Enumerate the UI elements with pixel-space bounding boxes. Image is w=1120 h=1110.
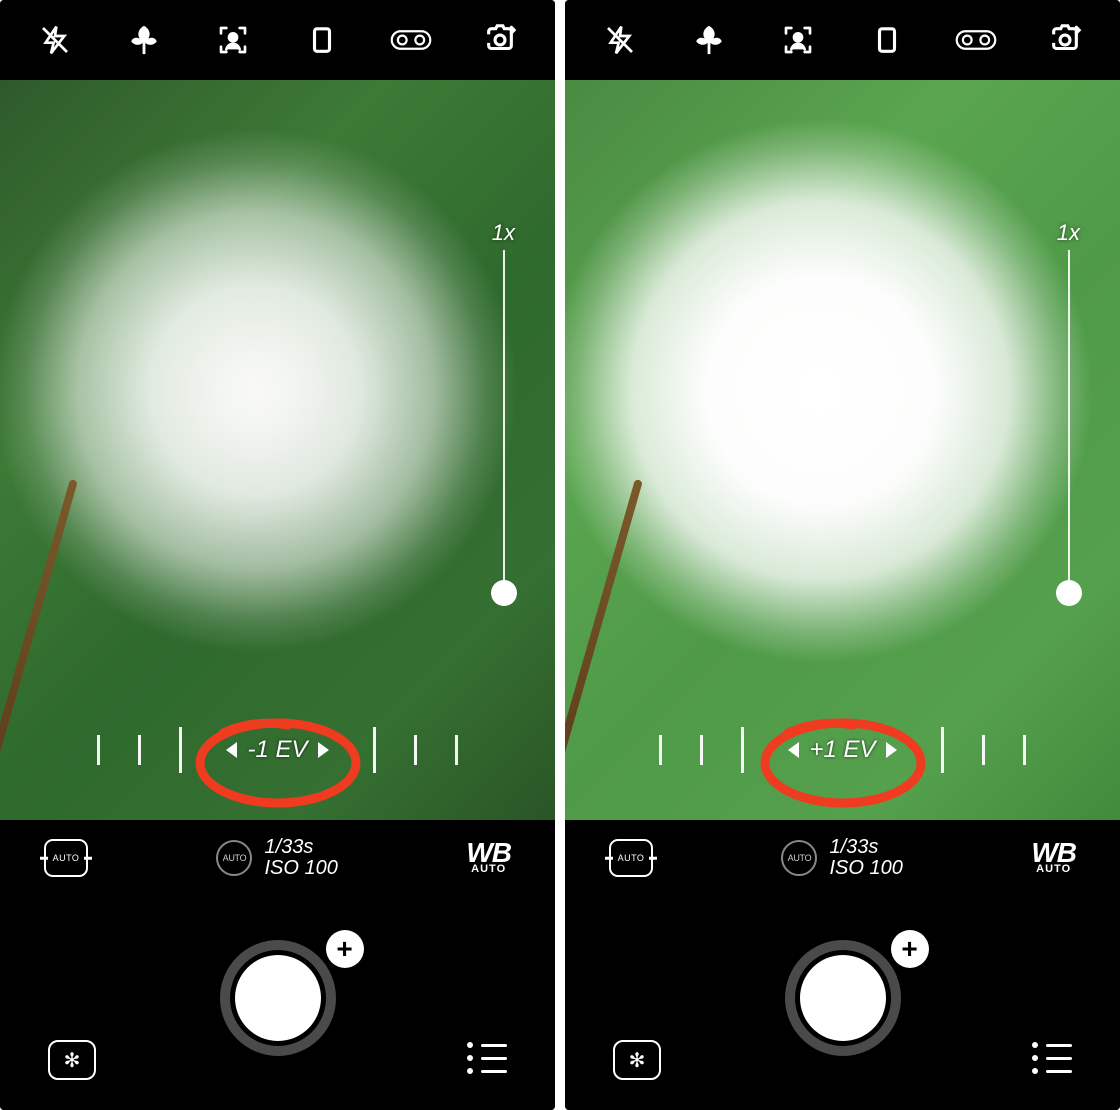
zoom-level-label: 1x <box>1057 220 1080 246</box>
focus-mode-label: AUTO <box>53 853 80 863</box>
triangle-left-icon[interactable] <box>226 742 237 758</box>
portrait-icon[interactable] <box>212 19 254 61</box>
macro-icon[interactable] <box>123 19 165 61</box>
ev-tick <box>982 735 985 765</box>
metering-icon: AUTO <box>781 840 817 876</box>
shutter-inner <box>235 955 321 1041</box>
ev-tick <box>97 735 100 765</box>
wb-mode-label: AUTO <box>466 865 511 874</box>
ev-tick <box>941 727 944 773</box>
ev-tick <box>414 735 417 765</box>
menu-button[interactable] <box>467 1042 507 1074</box>
add-mode-button[interactable]: + <box>891 930 929 968</box>
focus-mode-button[interactable]: AUTO <box>609 839 653 877</box>
ev-tick <box>700 735 703 765</box>
wb-mode-label: AUTO <box>1031 865 1076 874</box>
focus-mode-button[interactable]: AUTO <box>44 839 88 877</box>
zoom-slider-track[interactable] <box>1068 250 1070 600</box>
iso-label: ISO 100 <box>264 858 337 879</box>
exposure-settings-button[interactable]: AUTO 1/33s ISO 100 <box>781 837 902 879</box>
wb-label: WB <box>466 841 511 865</box>
ev-tick <box>179 727 182 773</box>
white-balance-button[interactable]: WB AUTO <box>466 841 511 874</box>
exposure-ruler[interactable]: +1 EV <box>565 710 1120 790</box>
filters-icon[interactable] <box>390 19 432 61</box>
exposure-ruler[interactable]: -1 EV <box>0 710 555 790</box>
ev-tick <box>455 735 458 765</box>
camera-screen-right: 1x +1 EV AUTO AUTO 1/33s <box>565 0 1120 1110</box>
exposure-value-control[interactable]: +1 EV <box>782 736 902 764</box>
switch-camera-icon[interactable] <box>1044 19 1086 61</box>
menu-button[interactable] <box>1032 1042 1072 1074</box>
white-balance-button[interactable]: WB AUTO <box>1031 841 1076 874</box>
focus-mode-label: AUTO <box>618 853 645 863</box>
triangle-left-icon[interactable] <box>788 742 799 758</box>
camera-screen-left: 1x -1 EV AUTO AUTO 1/33s <box>0 0 555 1110</box>
aspect-ratio-icon[interactable] <box>301 19 343 61</box>
flower-icon: ✻ <box>64 1048 81 1073</box>
exposure-settings-button[interactable]: AUTO 1/33s ISO 100 <box>216 837 337 879</box>
wb-label: WB <box>1031 841 1076 865</box>
ev-tick <box>659 735 662 765</box>
shutter-speed-label: 1/33s <box>829 837 902 858</box>
add-mode-button[interactable]: + <box>326 930 364 968</box>
gallery-button[interactable]: ✻ <box>613 1040 661 1080</box>
flash-off-icon[interactable] <box>34 19 76 61</box>
ev-tick <box>373 727 376 773</box>
exposure-value-label: -1 EV <box>247 736 307 764</box>
portrait-icon[interactable] <box>777 19 819 61</box>
triangle-right-icon[interactable] <box>886 742 897 758</box>
switch-camera-icon[interactable] <box>479 19 521 61</box>
exposure-value-control[interactable]: -1 EV <box>220 736 334 764</box>
settings-strip: AUTO AUTO 1/33s ISO 100 WB AUTO <box>0 820 555 896</box>
ev-tick <box>1023 735 1026 765</box>
viewfinder-image <box>565 80 1120 820</box>
bottom-controls: + ✻ <box>0 896 555 1110</box>
ev-tick <box>138 735 141 765</box>
iso-label: ISO 100 <box>829 858 902 879</box>
exposure-value-label: +1 EV <box>809 736 875 764</box>
macro-icon[interactable] <box>688 19 730 61</box>
top-toolbar <box>565 0 1120 80</box>
viewfinder-image <box>0 80 555 820</box>
zoom-slider-track[interactable] <box>503 250 505 600</box>
zoom-slider-handle[interactable] <box>1056 580 1082 606</box>
shutter-button[interactable] <box>785 940 901 1056</box>
gallery-button[interactable]: ✻ <box>48 1040 96 1080</box>
viewfinder[interactable]: 1x -1 EV <box>0 80 555 820</box>
zoom-slider-handle[interactable] <box>491 580 517 606</box>
metering-icon: AUTO <box>216 840 252 876</box>
triangle-right-icon[interactable] <box>318 742 329 758</box>
shutter-speed-label: 1/33s <box>264 837 337 858</box>
top-toolbar <box>0 0 555 80</box>
shutter-inner <box>800 955 886 1041</box>
shutter-button[interactable] <box>220 940 336 1056</box>
flash-off-icon[interactable] <box>599 19 641 61</box>
viewfinder[interactable]: 1x +1 EV <box>565 80 1120 820</box>
zoom-level-label: 1x <box>492 220 515 246</box>
settings-strip: AUTO AUTO 1/33s ISO 100 WB AUTO <box>565 820 1120 896</box>
flower-icon: ✻ <box>629 1048 646 1073</box>
filters-icon[interactable] <box>955 19 997 61</box>
ev-tick <box>741 727 744 773</box>
bottom-controls: + ✻ <box>565 896 1120 1110</box>
aspect-ratio-icon[interactable] <box>866 19 908 61</box>
